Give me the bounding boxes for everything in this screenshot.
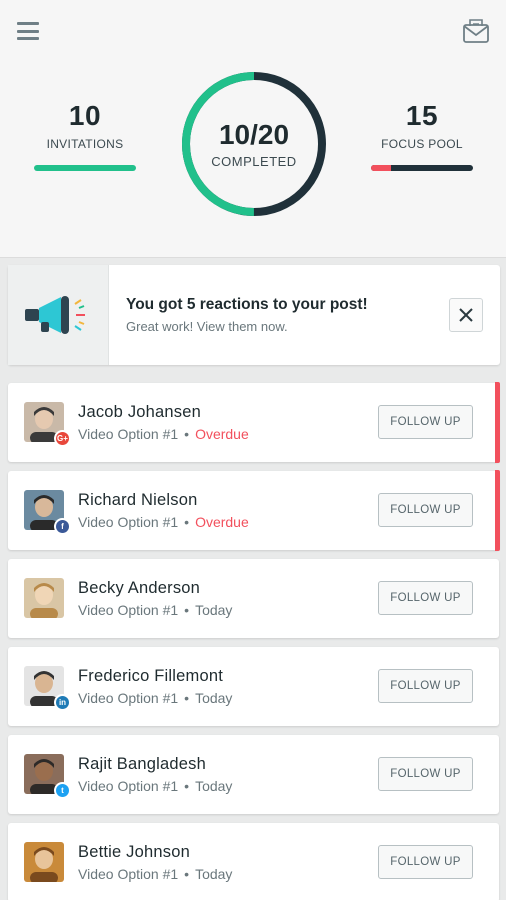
megaphone-icon bbox=[25, 296, 85, 334]
contact-name: Jacob Johansen bbox=[78, 403, 201, 421]
contact-card[interactable]: Becky Anderson Video Option #1 • Today FOL… bbox=[8, 559, 499, 638]
completed-count: 10/20 bbox=[218, 119, 290, 150]
reaction-notification[interactable]: You got 5 reactions to your post! Great … bbox=[8, 265, 500, 365]
completed-stat: 10/20 COMPLETED bbox=[180, 70, 328, 218]
focus-pool-label: FOCUS POOL bbox=[381, 137, 463, 151]
contact-name: Rajit Bangladesh bbox=[78, 755, 206, 773]
hamburger-menu-icon[interactable] bbox=[17, 22, 39, 40]
focus-pool-count: 15 bbox=[405, 100, 439, 131]
separator-dot: • bbox=[184, 426, 190, 442]
follow-up-button[interactable]: FOLLOW UP bbox=[378, 845, 473, 879]
google-plus-icon: G+ bbox=[54, 430, 71, 447]
due-status: Today bbox=[195, 690, 233, 706]
invitations-progress-bar bbox=[34, 165, 136, 171]
contact-name: Frederico Fillemont bbox=[78, 667, 224, 685]
contact-meta: Video Option #1 • Today bbox=[78, 866, 232, 882]
overdue-status: Overdue bbox=[195, 514, 249, 530]
contact-card[interactable]: Richard Nielson Video Option #1 • Overdue … bbox=[8, 470, 500, 551]
separator-dot: • bbox=[184, 602, 190, 618]
contact-card[interactable]: Rajit Bangladesh Video Option #1 • Today F… bbox=[8, 735, 499, 814]
focus-pool-stat: 15 FOCUS POOL bbox=[367, 100, 477, 171]
due-status: Today bbox=[195, 778, 233, 794]
close-button[interactable] bbox=[449, 298, 483, 332]
notification-subtitle: Great work! View them now. bbox=[126, 319, 288, 334]
video-option: Video Option #1 bbox=[78, 866, 179, 882]
contact-meta: Video Option #1 • Today bbox=[78, 690, 232, 706]
stats-header: 10 INVITATIONS 10/20 COMPLETED 15 FOCUS … bbox=[0, 0, 506, 258]
contact-meta: Video Option #1 • Overdue bbox=[78, 514, 249, 530]
video-option: Video Option #1 bbox=[78, 690, 179, 706]
separator-dot: • bbox=[184, 514, 190, 530]
invitations-label: INVITATIONS bbox=[46, 137, 124, 151]
avatar[interactable] bbox=[24, 578, 64, 618]
contact-name: Bettie Johnson bbox=[78, 843, 190, 861]
contact-meta: Video Option #1 • Overdue bbox=[78, 426, 249, 442]
video-option: Video Option #1 bbox=[78, 602, 179, 618]
notification-title: You got 5 reactions to your post! bbox=[126, 296, 368, 313]
separator-dot: • bbox=[184, 866, 190, 882]
separator-dot: • bbox=[184, 778, 190, 794]
contact-card[interactable]: Frederico Fillemont Video Option #1 • Toda… bbox=[8, 647, 499, 726]
video-option: Video Option #1 bbox=[78, 514, 179, 530]
overdue-status: Overdue bbox=[195, 426, 249, 442]
contact-card[interactable]: Bettie Johnson Video Option #1 • Today FOL… bbox=[8, 823, 499, 900]
due-status: Today bbox=[195, 866, 233, 882]
twitter-icon: t bbox=[54, 782, 71, 799]
video-option: Video Option #1 bbox=[78, 778, 179, 794]
notification-text: You got 5 reactions to your post! Great … bbox=[109, 265, 500, 365]
follow-up-button[interactable]: FOLLOW UP bbox=[378, 757, 473, 791]
contact-meta: Video Option #1 • Today bbox=[78, 778, 232, 794]
notification-icon-box bbox=[8, 265, 109, 365]
contact-card[interactable]: Jacob Johansen Video Option #1 • Overdue F… bbox=[8, 382, 500, 463]
avatar[interactable] bbox=[24, 842, 64, 882]
invitations-count: 10 bbox=[68, 100, 102, 131]
contact-name: Becky Anderson bbox=[78, 579, 201, 597]
contact-meta: Video Option #1 • Today bbox=[78, 602, 232, 618]
facebook-icon: f bbox=[54, 518, 71, 535]
follow-up-button[interactable]: FOLLOW UP bbox=[378, 669, 473, 703]
focus-pool-alert-fill bbox=[371, 165, 392, 171]
separator-dot: • bbox=[184, 690, 190, 706]
follow-up-button[interactable]: FOLLOW UP bbox=[378, 581, 473, 615]
due-status: Today bbox=[195, 602, 233, 618]
completed-label: COMPLETED bbox=[211, 154, 297, 169]
follow-up-button[interactable]: FOLLOW UP bbox=[378, 493, 473, 527]
invitations-stat: 10 INVITATIONS bbox=[30, 100, 140, 171]
follow-up-button[interactable]: FOLLOW UP bbox=[378, 405, 473, 439]
linkedin-icon: in bbox=[54, 694, 71, 711]
mail-icon[interactable] bbox=[462, 17, 490, 45]
video-option: Video Option #1 bbox=[78, 426, 179, 442]
close-icon bbox=[459, 308, 473, 322]
contact-list: Jacob Johansen Video Option #1 • Overdue F… bbox=[8, 382, 500, 900]
focus-pool-progress-bar bbox=[371, 165, 473, 171]
contact-name: Richard Nielson bbox=[78, 491, 198, 509]
